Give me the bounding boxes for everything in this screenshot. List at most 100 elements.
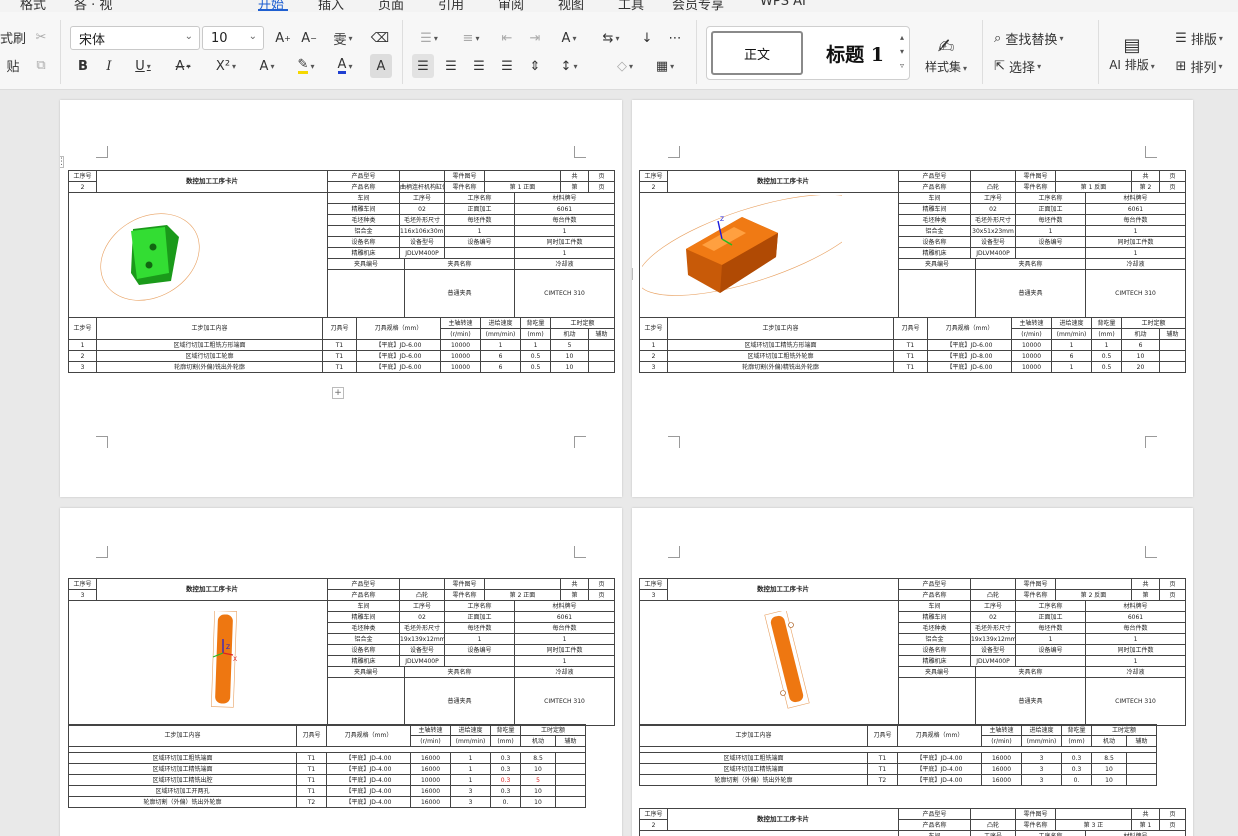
table-cell: (r/min) xyxy=(981,735,1022,747)
tab-member[interactable]: 会员专享 xyxy=(672,0,724,12)
table-cell: 工序名称 xyxy=(444,600,515,612)
text-direction-icon[interactable]: A ▾ xyxy=(552,26,586,50)
italic-icon[interactable]: I xyxy=(98,54,120,78)
grow-font-icon[interactable]: A + xyxy=(272,26,294,50)
table-cell xyxy=(554,774,587,786)
table-cell: 夹具名称 xyxy=(975,666,1086,678)
table-row: 3 轮廓切割(外偏)精铣出外轮廓 T1 【平底】JD-6.00 10000 1 0.5 20 xyxy=(639,361,1187,373)
page-1[interactable]: 工序号 数控加工工序卡片 产品型号 零件图号 共 页 2 产品名称 曲柄连杆机构… xyxy=(60,100,622,497)
arrange-button[interactable]: ⊞ 排列 ▾ xyxy=(1164,54,1234,78)
shading-icon[interactable]: ◇ ▾ xyxy=(608,54,642,78)
table-cell: 辅助 xyxy=(554,735,587,747)
decrease-indent-icon[interactable]: ⇤ xyxy=(496,26,518,50)
increase-indent-icon[interactable]: ⇥ xyxy=(524,26,546,50)
style-gallery: 正文 标题 1 ▴ ▾ ▿ xyxy=(706,26,910,80)
page-2[interactable]: 工序号 数控加工工序卡片 产品型号 零件图号 共页 2 产品名称 凸轮 零件名称… xyxy=(632,100,1193,497)
superscript-icon[interactable]: X² ▾ xyxy=(206,54,246,78)
style-heading1-button[interactable]: 标题 1 xyxy=(813,31,897,75)
layout-button[interactable]: ☰ 排版 ▾ xyxy=(1164,26,1234,50)
tab-references[interactable]: 引用 xyxy=(438,0,464,12)
ai-layout-button[interactable]: ▤ AI 排版 ▾ xyxy=(1104,26,1160,82)
tab-review[interactable]: 审阅 xyxy=(498,0,524,12)
table-cell: 辅助 xyxy=(1158,328,1187,340)
font-name-select[interactable]: 宋体 ⌄ xyxy=(70,26,200,50)
cut-icon[interactable]: ✂ xyxy=(30,25,52,49)
table-cell: 进给速度 xyxy=(1021,724,1062,736)
highlight-icon[interactable]: ✎ ▾ xyxy=(288,54,324,78)
shrink-font-icon[interactable]: A − xyxy=(298,26,320,50)
tab-insert[interactable]: 插入 xyxy=(318,0,344,12)
table-cell: T1 xyxy=(867,763,898,775)
process-card-table: 工序号 数控加工工序卡片 产品型号 零件图号 共页 2 产品名称 凸轮 零件名称… xyxy=(639,170,1186,318)
table-cell: 1 xyxy=(1051,361,1092,373)
tab-wps-ai[interactable]: WPS AI xyxy=(760,0,806,9)
table-cell: 工步号 xyxy=(639,317,668,340)
sort-icon[interactable]: ↓ xyxy=(636,26,658,50)
distribute-icon[interactable]: ⇕ xyxy=(524,54,546,78)
strikethrough-icon[interactable]: A ▾ xyxy=(166,54,200,78)
table-cell: 1 xyxy=(1091,339,1122,351)
table-cell: 16000 xyxy=(410,796,451,808)
line-spacing-icon[interactable]: ↕ ▾ xyxy=(552,54,586,78)
phonetic-guide-icon[interactable]: 雯 ▾ xyxy=(326,26,360,50)
table-move-handle[interactable]: ⋮ xyxy=(60,156,66,168)
table-cell: 产品型号 xyxy=(898,808,971,820)
align-left-icon[interactable]: ☰ xyxy=(412,54,434,78)
underline-icon[interactable]: U ▾ xyxy=(126,54,160,78)
borders-icon[interactable]: ▦ ▾ xyxy=(648,54,682,78)
page-4[interactable]: 工序号 数控加工工序卡片 产品型号 零件图号 共页 3 产品名称 凸轮 零件名称… xyxy=(632,508,1193,836)
find-replace-button[interactable]: ⌕ 查找替换 ▾ xyxy=(994,26,1080,50)
align-right-icon[interactable]: ☰ xyxy=(468,54,490,78)
tab-tools[interactable]: 工具 xyxy=(618,0,644,12)
clear-format-icon[interactable]: ⌫ xyxy=(368,26,392,50)
style-gallery-scroll[interactable]: ▴ ▾ ▿ xyxy=(897,31,907,73)
table-cell: 16000 xyxy=(410,752,451,764)
font-size-value: 10 xyxy=(211,30,228,46)
copy-icon[interactable]: ⧉ xyxy=(30,53,52,77)
bold-icon[interactable]: B xyxy=(72,54,94,78)
coolant-label: 冷却液 xyxy=(514,258,615,270)
table-cell: 0.5 xyxy=(1091,350,1122,362)
page-3[interactable]: 工序号 数控加工工序卡片 产品型号 零件图号 共页 3 产品名称 凸轮 零件名称… xyxy=(60,508,622,836)
align-center-icon[interactable]: ☰ xyxy=(440,54,462,78)
style-normal-button[interactable]: 正文 xyxy=(711,31,803,75)
tab-format[interactable]: 格式 xyxy=(20,0,46,12)
layout-icon: ☰ xyxy=(1175,30,1187,46)
tab-view[interactable]: 视图 xyxy=(558,0,584,12)
table-cell: T1 xyxy=(296,763,327,775)
equip-name-label: 设备名称 xyxy=(327,236,400,248)
justify-icon[interactable]: ☰ xyxy=(496,54,518,78)
table-cell: 毛坯种类 xyxy=(898,214,971,226)
text-effect-icon[interactable]: A ▾ xyxy=(250,54,284,78)
svg-text:Z: Z xyxy=(720,216,724,223)
select-button[interactable]: ⇱ 选择 ▾ xyxy=(994,54,1058,78)
font-color-icon[interactable]: A ▾ xyxy=(328,54,362,78)
bullet-list-icon[interactable]: ☰ ▾ xyxy=(412,26,446,50)
add-row-icon[interactable]: + xyxy=(332,387,344,399)
paste-button[interactable]: 贴 xyxy=(0,53,26,77)
format-painter-button[interactable]: 式刷 xyxy=(0,25,26,49)
char-shading-icon[interactable]: A xyxy=(370,54,392,78)
table-cell: 1 xyxy=(68,339,97,351)
table-cell: 工序号 xyxy=(68,578,97,590)
table-cell: 刀具规格（mm） xyxy=(927,317,1012,340)
table-cell: (r/min) xyxy=(1011,328,1052,340)
tab-page[interactable]: 页面 xyxy=(378,0,404,12)
show-marks-icon[interactable]: ⋯ xyxy=(664,26,686,50)
document-canvas[interactable]: 工序号 数控加工工序卡片 产品型号 零件图号 共 页 2 产品名称 曲柄连杆机构… xyxy=(0,90,1238,836)
style-set-button[interactable]: ✍ 样式集 ▾ xyxy=(918,26,974,82)
table-cell: 10 xyxy=(1091,774,1127,786)
font-size-select[interactable]: 10 ⌄ xyxy=(202,26,264,50)
transform-icon[interactable]: ⇆ ▾ xyxy=(594,26,628,50)
format-painter-label: 式刷 xyxy=(0,31,27,47)
table-cell: 10000 xyxy=(440,361,481,373)
add-column-icon[interactable]: + xyxy=(632,268,633,280)
tab-other[interactable]: 各 · 视 xyxy=(74,0,112,12)
table-cell: 精雕车间 xyxy=(898,203,971,215)
table-cell: 机动 xyxy=(520,735,556,747)
arrange-label: 排列 xyxy=(1190,60,1217,76)
table-cell: 材料牌号 xyxy=(1085,600,1186,612)
steps-table: 工步加工内容 刀具号 刀具规格（mm） 主轴转速 进给速度 背吃量 工时定额 (r/min… xyxy=(67,724,587,808)
numbered-list-icon[interactable]: ≡ ▾ xyxy=(454,26,488,50)
table-cell: 每台件数 xyxy=(1085,214,1186,226)
